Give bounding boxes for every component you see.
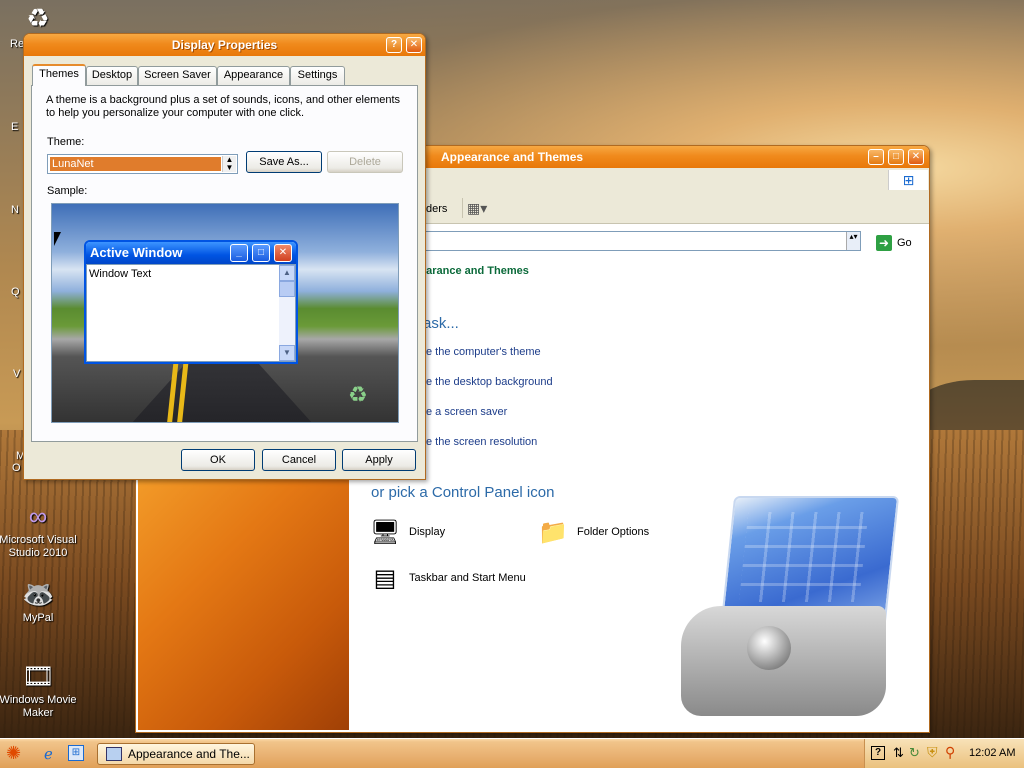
- tab-desktop[interactable]: Desktop: [86, 66, 138, 85]
- go-button-label[interactable]: Go: [897, 237, 912, 249]
- task-screen-saver[interactable]: e a screen saver: [426, 406, 507, 418]
- task-pane-watermark: [138, 480, 349, 730]
- sample-window-text: Window Text: [89, 268, 152, 280]
- maximize-icon: □: [252, 244, 270, 262]
- system-tray: ? ⇅ ↻ ⛨ ⚲ 12:02 AM: [864, 739, 1024, 768]
- help-tray-icon[interactable]: ?: [871, 746, 885, 760]
- desktop-label-fragment: Re: [10, 38, 25, 50]
- taskbar-control-panel-item[interactable]: ▤ Taskbar and Start Menu: [370, 565, 540, 594]
- sample-label: Sample:: [47, 185, 88, 197]
- tab-themes[interactable]: Themes: [32, 64, 86, 86]
- window-title: Appearance and Themes: [441, 150, 584, 164]
- control-panel-art-base: [681, 606, 886, 716]
- breadcrumb: earance and Themes: [420, 265, 529, 277]
- close-button[interactable]: ✕: [908, 149, 924, 165]
- display-icon: 🖥: [370, 519, 401, 546]
- dropdown-arrow-icon[interactable]: ▲ ▼: [222, 156, 236, 172]
- views-icon[interactable]: ▦▾: [462, 198, 492, 218]
- movie-maker-icon: 🎞: [22, 661, 56, 691]
- sample-window-body: Window Text ▲ ▼: [86, 264, 296, 362]
- display-control-panel-item[interactable]: 🖥 Display: [370, 519, 490, 548]
- show-desktop-icon[interactable]: ⊞: [68, 745, 84, 761]
- task-change-theme[interactable]: e the computer's theme: [426, 346, 541, 358]
- folders-button-label[interactable]: ders: [426, 203, 447, 215]
- search-tray-icon[interactable]: ⚲: [945, 744, 955, 761]
- sample-scrollbar: ▲ ▼: [279, 265, 295, 361]
- maximize-button[interactable]: □: [888, 149, 904, 165]
- sample-window-title: Active Window: [90, 245, 183, 260]
- sample-active-window: Active Window _ □ ✕ Window Text ▲ ▼: [84, 240, 298, 364]
- desktop-icon-label: Windows Movie Maker: [0, 694, 77, 719]
- recycle-bin-icon: ♻: [26, 3, 50, 33]
- theme-select[interactable]: LunaNet ▲ ▼: [47, 154, 238, 174]
- desktop-label-fragment: Q: [11, 286, 20, 298]
- movie-maker-desktop-icon[interactable]: 🎞 Windows Movie Maker: [0, 660, 78, 720]
- taskbar-item-label: Appearance and The...: [128, 747, 250, 761]
- scroll-up-icon: ▲: [279, 265, 295, 281]
- pick-task-heading: ask...: [423, 315, 459, 332]
- ok-button[interactable]: OK: [181, 449, 255, 471]
- folder-options-icon: 📁: [538, 519, 568, 546]
- pick-icon-heading: or pick a Control Panel icon: [371, 484, 555, 501]
- save-as-button[interactable]: Save As...: [246, 151, 322, 173]
- network-tray-icon[interactable]: ⇅: [893, 745, 904, 761]
- display-properties-dialog: Display Properties ? ✕ Themes Desktop Sc…: [23, 33, 426, 480]
- clock[interactable]: 12:02 AM: [969, 747, 1015, 759]
- desktop-label-fragment: E: [11, 121, 19, 133]
- refresh-tray-icon[interactable]: ↻: [909, 745, 920, 761]
- sample-recycle-bin-icon: ♻: [348, 382, 368, 407]
- address-dropdown-icon[interactable]: ▴▾: [846, 232, 860, 250]
- control-panel-icon: [106, 747, 122, 761]
- display-properties-titlebar[interactable]: Display Properties ? ✕: [24, 34, 425, 56]
- mypal-icon: 🦝: [22, 579, 55, 609]
- recycle-bin-desktop-icon[interactable]: ♻: [0, 2, 76, 36]
- apply-button[interactable]: Apply: [342, 449, 416, 471]
- scroll-down-icon: ▼: [279, 345, 295, 361]
- mypal-desktop-icon[interactable]: 🦝 MyPal: [0, 578, 78, 625]
- taskbar: ✺ ℯ ⊞ Appearance and The... ? ⇅ ↻ ⛨ ⚲ 12…: [0, 738, 1024, 768]
- close-button[interactable]: ✕: [406, 37, 422, 53]
- desktop-label-fragment: N: [11, 204, 19, 216]
- visual-studio-icon: ∞: [28, 501, 48, 531]
- theme-label: Theme:: [47, 136, 85, 148]
- task-screen-resolution[interactable]: e the screen resolution: [426, 436, 537, 448]
- sample-window-titlebar: Active Window _ □ ✕: [86, 242, 296, 264]
- tab-screen-saver[interactable]: Screen Saver: [138, 66, 217, 85]
- scroll-thumb: [279, 281, 295, 297]
- cp-item-label: Taskbar and Start Menu: [409, 572, 526, 584]
- desktop-icon-label: Microsoft Visual Studio 2010: [0, 534, 77, 559]
- tab-appearance[interactable]: Appearance: [217, 66, 290, 85]
- theme-sample-preview: ♻ Active Window _ □ ✕ Window Text ▲ ▼: [51, 203, 399, 423]
- cancel-button[interactable]: Cancel: [262, 449, 336, 471]
- go-arrow-icon[interactable]: ➜: [876, 235, 892, 251]
- task-change-background[interactable]: e the desktop background: [426, 376, 553, 388]
- taskbar-icon: ▤: [373, 565, 397, 592]
- visual-studio-desktop-icon[interactable]: ∞ Microsoft Visual Studio 2010: [0, 500, 78, 560]
- start-button-icon[interactable]: ✺: [6, 743, 21, 764]
- tab-settings[interactable]: Settings: [290, 66, 345, 85]
- delete-button: Delete: [327, 151, 403, 173]
- desktop-icon-label: MyPal: [22, 612, 54, 624]
- folder-options-control-panel-item[interactable]: 📁 Folder Options: [538, 519, 678, 548]
- cp-item-label: Folder Options: [577, 526, 650, 538]
- help-button[interactable]: ?: [386, 37, 402, 53]
- dialog-title: Display Properties: [171, 38, 278, 52]
- windows-logo-icon: ⊞: [888, 170, 928, 190]
- desktop-label-fragment: O: [12, 462, 21, 474]
- cp-item-label: Display: [409, 526, 446, 538]
- minimize-button[interactable]: –: [868, 149, 884, 165]
- close-icon: ✕: [274, 244, 292, 262]
- desktop-label-fragment: V: [13, 368, 21, 380]
- internet-explorer-icon[interactable]: ℯ: [44, 745, 53, 763]
- theme-selected-value: LunaNet: [50, 157, 221, 171]
- security-shield-icon[interactable]: ⛨: [927, 744, 938, 761]
- theme-description: A theme is a background plus a set of so…: [46, 94, 401, 119]
- taskbar-item-appearance-themes[interactable]: Appearance and The...: [97, 743, 255, 765]
- minimize-icon: _: [230, 244, 248, 262]
- mouse-cursor-icon: [54, 232, 61, 246]
